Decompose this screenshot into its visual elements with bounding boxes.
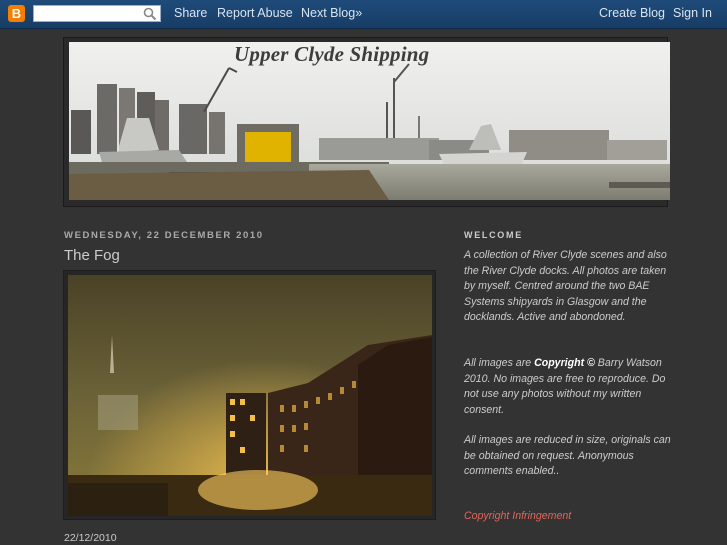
copyright-infringement-link[interactable]: Copyright Infringement <box>464 510 571 522</box>
post-date-header: WEDNESDAY, 22 DECEMBER 2010 <box>64 230 264 241</box>
create-blog-link[interactable]: Create Blog <box>599 6 665 20</box>
search-icon[interactable] <box>143 7 157 21</box>
copyright-bold-text: Copyright © <box>534 357 595 369</box>
report-abuse-link[interactable]: Report Abuse <box>217 6 293 20</box>
next-blog-link[interactable]: Next Blog» <box>301 6 362 20</box>
search-input[interactable] <box>33 5 161 22</box>
post-photo[interactable] <box>68 275 432 516</box>
sidebar-heading-welcome: WELCOME <box>464 230 523 240</box>
share-link[interactable]: Share <box>174 6 207 20</box>
sidebar-welcome-text: A collection of River Clyde scenes and a… <box>464 249 667 323</box>
sidebar-reduced-size-text: All images are reduced in size, original… <box>464 434 671 477</box>
post-title[interactable]: The Fog <box>64 247 120 264</box>
blogger-navbar: B Share Report Abuse Next Blog» Create B… <box>0 0 727 29</box>
sign-in-link[interactable]: Sign In <box>673 6 712 20</box>
blogger-logo-icon[interactable]: B <box>8 5 25 22</box>
post-footer-date[interactable]: 22/12/2010 <box>64 532 117 544</box>
blog-title[interactable]: Upper Clyde Shipping <box>234 42 429 67</box>
copyright-pre-text: All images are <box>464 357 535 369</box>
sidebar-copyright-text: All images are Copyright © Barry Watson … <box>464 356 674 418</box>
